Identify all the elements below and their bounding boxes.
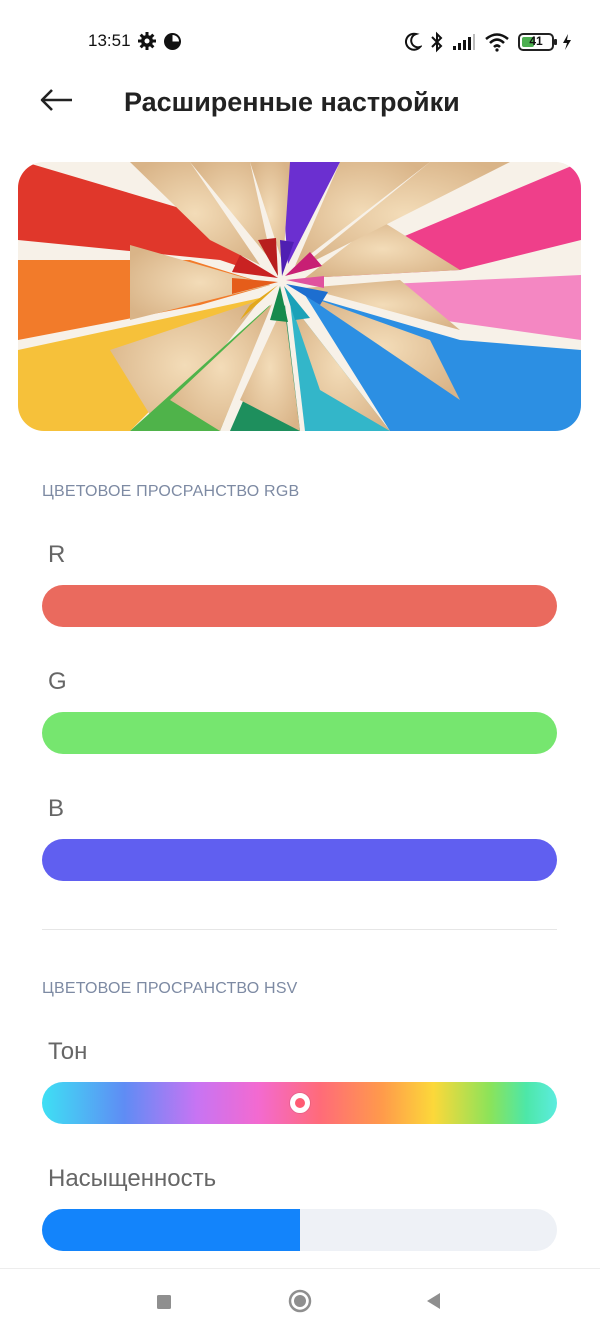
pie-icon	[163, 32, 182, 51]
back-triangle-icon[interactable]	[425, 1292, 441, 1315]
navigation-bar	[0, 1268, 600, 1333]
page-title: Расширенные настройки	[124, 87, 460, 117]
status-time: 13:51	[88, 31, 131, 50]
wifi-icon	[484, 32, 510, 52]
hue-label: Тон	[48, 1038, 88, 1065]
slider-g[interactable]	[42, 712, 557, 754]
gear-icon	[137, 31, 157, 51]
moon-icon	[404, 32, 422, 52]
hue-slider-thumb[interactable]	[289, 1093, 310, 1113]
saturation-fill	[42, 1209, 300, 1251]
back-button[interactable]	[38, 84, 78, 120]
recents-square-icon[interactable]	[156, 1294, 172, 1315]
charging-icon	[562, 33, 572, 51]
saturation-slider[interactable]	[42, 1209, 557, 1251]
slider-label-r: R	[48, 541, 66, 568]
hsv-section-label: ЦВЕТОВОЕ ПРОСРАНСТВО HSV	[42, 980, 298, 997]
slider-r[interactable]	[42, 585, 557, 627]
rgb-section-label: ЦВЕТОВОЕ ПРОСРАНСТВО RGB	[42, 483, 300, 500]
signal-icon	[452, 33, 476, 51]
section-divider	[42, 929, 557, 930]
saturation-label: Насыщенность	[48, 1165, 217, 1192]
battery-level: 41	[529, 34, 543, 48]
arrow-left-icon	[38, 89, 74, 124]
home-circle-icon[interactable]	[288, 1289, 312, 1318]
slider-label-g: G	[48, 668, 67, 695]
slider-label-b: B	[48, 795, 65, 822]
hero-image	[18, 162, 581, 431]
battery-icon: 41	[518, 33, 557, 51]
app-header: Расширенные настройки	[0, 84, 600, 120]
slider-b[interactable]	[42, 839, 557, 881]
bluetooth-icon	[430, 31, 444, 53]
status-bar: 13:51 41	[0, 0, 600, 84]
hue-slider[interactable]	[42, 1082, 557, 1124]
